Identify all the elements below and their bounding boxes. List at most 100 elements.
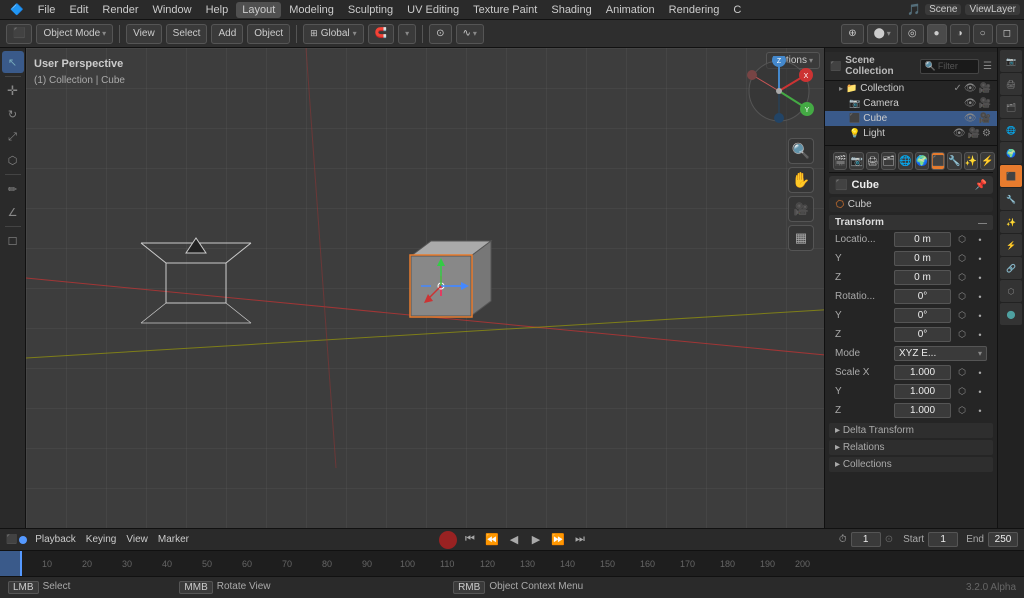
scale-z-dot[interactable]: • <box>973 404 987 418</box>
light-settings-icon[interactable]: ⚙ <box>982 128 991 139</box>
step-forward-button[interactable]: ⏩ <box>549 531 567 549</box>
rotation-y-dot[interactable]: • <box>973 309 987 323</box>
collection-eye-icon[interactable]: 👁 <box>964 83 977 94</box>
zoom-in-button[interactable]: 🔍 <box>788 138 814 164</box>
rotation-z-dot[interactable]: • <box>973 328 987 342</box>
view-layer-name[interactable]: ViewLayer <box>965 4 1020 15</box>
tool-annotate[interactable]: ✏ <box>2 178 24 200</box>
location-z-dot[interactable]: • <box>973 271 987 285</box>
location-y-dot[interactable]: • <box>973 252 987 266</box>
scale-x-animate[interactable]: ⬡ <box>955 366 969 380</box>
workspace-tab-animation[interactable]: Animation <box>600 2 661 18</box>
auto-key-button[interactable] <box>439 531 457 549</box>
camera-eye-icon[interactable]: 👁 <box>964 98 977 109</box>
scale-z-field[interactable]: 1.000 <box>894 403 951 418</box>
play-button[interactable]: ▶ <box>527 531 545 549</box>
menu-window[interactable]: Window <box>146 2 197 18</box>
prop-tab-render[interactable]: 📷 <box>849 152 863 170</box>
outliner-item-camera[interactable]: 📷 Camera 👁 🎥 <box>825 96 997 111</box>
rotation-x-field[interactable]: 0° <box>894 289 951 304</box>
timeline-track[interactable]: 0 10 20 30 40 50 60 70 80 90 100 110 120… <box>0 551 1024 576</box>
prop-tab-scene-props[interactable]: 🌐 <box>898 152 912 170</box>
outliner-filter-btn[interactable]: ☰ <box>983 61 992 72</box>
xray-toggle[interactable]: ◎ <box>901 24 924 44</box>
workspace-tab-layout[interactable]: Layout <box>236 2 281 18</box>
rotation-z-animate[interactable]: ⬡ <box>955 328 969 342</box>
prop-side-particles[interactable]: ✨ <box>1000 211 1022 233</box>
camera-view-button[interactable]: 🎥 <box>788 196 814 222</box>
menu-render[interactable]: Render <box>96 2 144 18</box>
location-x-field[interactable]: 0 m <box>894 232 951 247</box>
prop-side-modifier[interactable]: 🔧 <box>1000 188 1022 210</box>
prop-side-world[interactable]: 🌍 <box>1000 142 1022 164</box>
transform-section-header[interactable]: Transform — <box>829 215 993 230</box>
collection-visibility-icon[interactable]: ✓ <box>953 83 961 94</box>
prop-tab-view-layer[interactable]: 🗂 <box>881 152 896 170</box>
menu-help[interactable]: Help <box>200 2 235 18</box>
relations-section[interactable]: ▸ Relations <box>829 440 993 455</box>
workspace-tab-sculpting[interactable]: Sculpting <box>342 2 399 18</box>
workspace-tab-uv[interactable]: UV Editing <box>401 2 465 18</box>
prop-side-data[interactable]: ⬡ <box>1000 280 1022 302</box>
jump-start-button[interactable]: ⏮ <box>461 531 479 549</box>
object-name-field[interactable]: ⬛ Cube 📌 <box>829 176 993 194</box>
prop-side-physics[interactable]: ⚡ <box>1000 234 1022 256</box>
prop-tab-physics[interactable]: ⚡ <box>980 152 994 170</box>
timeline-marker-label[interactable]: Marker <box>158 534 189 545</box>
prop-side-constraints[interactable]: 🔗 <box>1000 257 1022 279</box>
collections-section[interactable]: ▸ Collections <box>829 457 993 472</box>
location-z-animate[interactable]: ⬡ <box>955 271 969 285</box>
end-frame-field[interactable]: 250 <box>988 532 1018 547</box>
tool-rotate[interactable]: ↻ <box>2 103 24 125</box>
play-reverse-button[interactable]: ◀ <box>505 531 523 549</box>
rotation-y-animate[interactable]: ⬡ <box>955 309 969 323</box>
tool-scale[interactable]: ⤢ <box>2 126 24 148</box>
jump-end-button[interactable]: ⏭ <box>571 531 589 549</box>
location-x-animate[interactable]: ⬡ <box>955 233 969 247</box>
shading-solid[interactable]: ● <box>927 24 947 44</box>
location-y-field[interactable]: 0 m <box>894 251 951 266</box>
snap-toggle[interactable]: 🧲 <box>368 24 394 44</box>
menu-file[interactable]: File <box>32 2 62 18</box>
prop-tab-particles[interactable]: ✨ <box>964 152 978 170</box>
pan-button[interactable]: ✋ <box>788 167 814 193</box>
shading-rendered[interactable]: ○ <box>973 24 993 44</box>
tool-move[interactable]: ✛ <box>2 80 24 102</box>
prop-tab-scene[interactable]: 🎬 <box>833 152 847 170</box>
snap-element[interactable]: ▾ <box>398 24 416 44</box>
object-menu[interactable]: Object <box>247 24 290 44</box>
workspace-tab-texture[interactable]: Texture Paint <box>467 2 543 18</box>
rotation-y-field[interactable]: 0° <box>894 308 951 323</box>
editor-type-menu[interactable]: ⬛ <box>6 24 32 44</box>
start-frame-field[interactable]: 1 <box>928 532 958 547</box>
workspace-tab-shading[interactable]: Shading <box>545 2 597 18</box>
shading-material[interactable]: ◑ <box>950 24 970 44</box>
collection-camera-icon[interactable]: 🎥 <box>979 83 991 94</box>
blender-logo-menu[interactable]: 🔷 <box>4 1 30 18</box>
overlay-toggle[interactable]: ⬤ ▾ <box>867 24 898 44</box>
current-frame-field[interactable]: 1 <box>851 532 881 547</box>
location-y-animate[interactable]: ⬡ <box>955 252 969 266</box>
view-menu[interactable]: View <box>126 24 162 44</box>
rotation-x-animate[interactable]: ⬡ <box>955 290 969 304</box>
timeline-view-label[interactable]: View <box>126 534 148 545</box>
light-camera-icon[interactable]: 🎥 <box>968 128 980 139</box>
outliner-item-light[interactable]: 💡 Light 👁 🎥 ⚙ <box>825 126 997 141</box>
rotation-x-dot[interactable]: • <box>973 290 987 304</box>
workspace-tab-rendering[interactable]: Rendering <box>663 2 726 18</box>
prop-tab-world[interactable]: 🌍 <box>915 152 929 170</box>
viewport-3d[interactable]: User Perspective (1) Collection | Cube O… <box>26 48 824 528</box>
tool-transform[interactable]: ⬡ <box>2 149 24 171</box>
step-back-button[interactable]: ⏪ <box>483 531 501 549</box>
data-name-field[interactable]: ⬡ Cube <box>829 197 993 212</box>
prop-tab-modifier[interactable]: 🔧 <box>947 152 961 170</box>
rotation-mode-dropdown[interactable]: XYZ E... ▾ <box>894 346 987 361</box>
tool-cursor[interactable]: ↖ <box>2 51 24 73</box>
location-z-field[interactable]: 0 m <box>894 270 951 285</box>
scale-y-dot[interactable]: • <box>973 385 987 399</box>
prop-side-material[interactable]: ⬤ <box>1000 303 1022 325</box>
workspace-tab-modeling[interactable]: Modeling <box>283 2 340 18</box>
timeline-keying-label[interactable]: Keying <box>86 534 117 545</box>
transform-collapse-icon[interactable]: — <box>978 218 987 228</box>
transform-orientation[interactable]: ⊞ Global ▾ <box>303 24 363 44</box>
